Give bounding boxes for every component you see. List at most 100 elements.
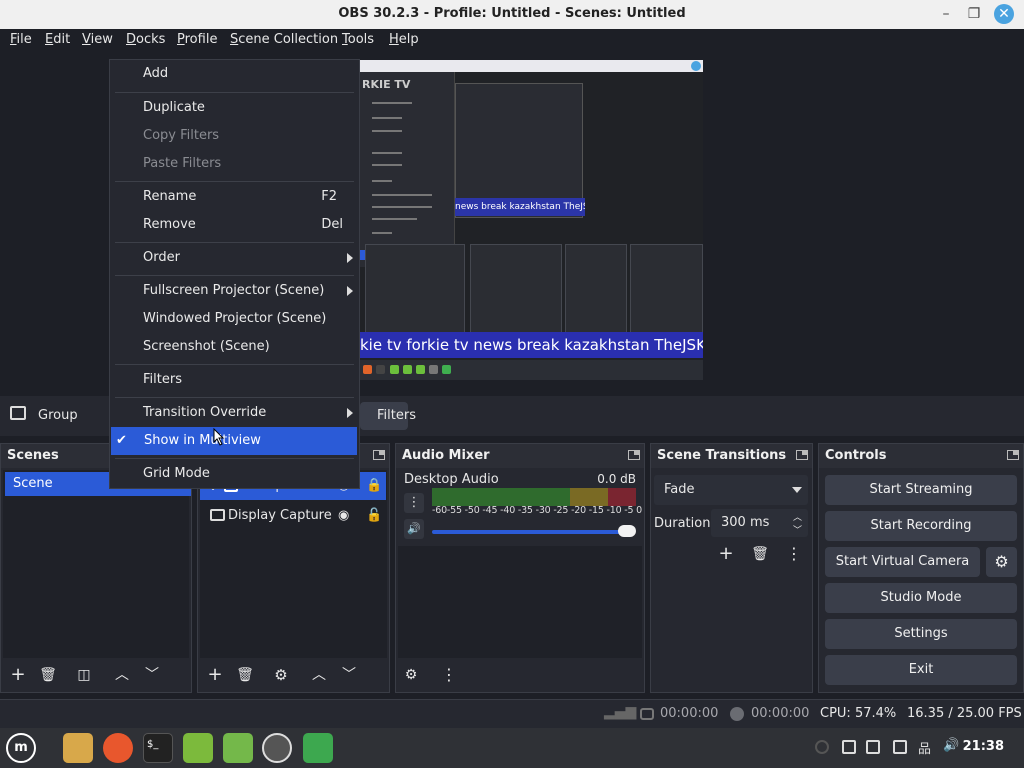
no-network-icon[interactable] [815,740,829,754]
settings-button[interactable]: Settings [825,619,1017,649]
preview-line [372,130,402,132]
filters-button[interactable]: Filters [360,402,416,430]
sources-list[interactable]: ⌄ Group ◉ 🔒 Display Capture ( ◉ 🔓 [200,470,387,658]
checkmark-icon: ✔ [116,433,127,448]
obs-studio-icon[interactable] [262,733,292,763]
spin-up-icon[interactable]: ︿ [793,510,802,523]
speaker-icon[interactable]: 🔊 [404,519,424,539]
scene-filters-icon[interactable]: ◫ [73,664,95,686]
preview-line [372,164,402,166]
volume-icon[interactable]: 🔊 [943,738,959,753]
preview-line [372,117,402,119]
clipboard-icon[interactable] [842,740,856,754]
menu-item-screenshot[interactable]: Screenshot (Scene) [110,333,359,361]
studio-mode-button[interactable]: Studio Mode [825,583,1017,613]
add-transition-icon[interactable]: + [715,543,737,565]
menu-separator [115,397,354,398]
volume-meter-yellow [570,488,608,506]
move-down-icon[interactable]: ﹀ [338,664,360,686]
clock: 21:38 [962,739,1004,754]
start-recording-button[interactable]: Start Recording [825,511,1017,541]
shield-icon[interactable] [303,733,333,763]
visibility-eye-icon[interactable]: ◉ [338,502,349,530]
move-down-icon[interactable]: ﹀ [141,664,163,686]
preview-app-icon [416,365,425,374]
remove-transition-icon[interactable]: 🗑 [749,543,771,565]
menu-item-rename[interactable]: Rename F2 [110,183,359,211]
source-row-display-capture[interactable]: Display Capture ( ◉ 🔓 [200,502,386,530]
exit-button[interactable]: Exit [825,655,1017,685]
gear-icon[interactable]: ⚙ [270,664,292,686]
menu-item-show-in-multiview[interactable]: ✔ Show in Multiview [111,427,357,455]
menu-item-remove[interactable]: Remove Del [110,211,359,239]
float-dock-icon[interactable] [1007,450,1019,460]
menu-item-grid-mode[interactable]: Grid Mode [110,460,359,488]
menu-view[interactable]: View [82,32,113,47]
controls-header: Controls [819,444,1023,468]
start-streaming-button[interactable]: Start Streaming [825,475,1017,505]
float-dock-icon[interactable] [373,450,385,460]
menu-edit[interactable]: Edit [45,32,70,47]
start-virtual-camera-button[interactable]: Start Virtual Camera [825,547,980,577]
transition-select[interactable]: Fade [654,475,808,505]
preview-line [372,102,412,104]
menu-item-filters[interactable]: Filters [110,366,359,394]
audio-settings-gear-icon[interactable]: ⚙ [400,664,422,686]
menu-item-duplicate[interactable]: Duplicate [110,94,359,122]
preview-canvas[interactable]: RKIE TV news break kazakhstan TheJSKYT k… [360,60,703,380]
monitor-icon [210,509,225,521]
sources-dock-footer: + 🗑 ⚙ ︿ ﹀ [198,658,389,692]
spin-down-icon[interactable]: ﹀ [793,523,802,536]
preview-app-icon [442,365,451,374]
float-dock-icon[interactable] [628,450,640,460]
virtual-camera-gear-icon[interactable]: ⚙ [986,547,1017,577]
maximize-icon[interactable]: ❐ [964,4,984,24]
start-menu-icon[interactable]: m [6,733,36,763]
audio-menu-icon[interactable]: ⋮ [404,493,424,513]
spreadsheet-icon[interactable] [223,733,253,763]
menu-separator [115,458,354,459]
close-icon[interactable]: ✕ [994,4,1014,24]
firefox-icon[interactable] [103,733,133,763]
menu-item-order[interactable]: Order [110,244,359,272]
remove-scene-icon[interactable]: 🗑 [37,664,59,686]
menu-item-fullscreen-projector[interactable]: Fullscreen Projector (Scene) [110,277,359,305]
transition-select-value: Fade [664,482,695,497]
move-up-icon[interactable]: ︿ [111,664,133,686]
float-dock-icon[interactable] [796,450,808,460]
menu-item-add[interactable]: Add [110,60,359,88]
software-manager-icon[interactable] [183,733,213,763]
minimize-icon[interactable]: – [936,4,956,24]
preview-ticker-small: news break kazakhstan TheJSKYT [455,198,585,216]
window-titlebar: OBS 30.2.3 - Profile: Untitled - Scenes:… [0,0,1024,29]
menu-docks[interactable]: Docks [126,32,165,47]
add-scene-icon[interactable]: + [7,664,29,686]
menu-item-windowed-projector[interactable]: Windowed Projector (Scene) [110,305,359,333]
scenes-list[interactable]: Scene [3,470,191,658]
volume-slider-track[interactable] [432,530,632,534]
menu-help[interactable]: Help [389,32,419,47]
menu-tools[interactable]: Tools [342,32,374,47]
duration-spinbox[interactable]: 300 ms ︿ ﹀ [711,509,808,537]
remove-source-icon[interactable]: 🗑 [234,664,256,686]
menu-scene-collection[interactable]: Scene Collection [230,32,338,47]
network-signal-icon: ▂▄▆ [604,704,637,720]
notes-icon[interactable] [893,740,907,754]
terminal-icon[interactable]: $_ [143,733,173,763]
unlock-icon[interactable]: 🔓 [366,502,382,530]
menu-profile[interactable]: Profile [177,32,217,47]
add-source-icon[interactable]: + [204,664,226,686]
lock-icon[interactable]: 🔒 [366,472,382,500]
kebab-menu-icon[interactable]: ⋮ [438,664,460,686]
move-up-icon[interactable]: ︿ [308,664,330,686]
menu-item-transition-override[interactable]: Transition Override [110,399,359,427]
record-time: 00:00:00 [751,706,810,721]
file-manager-icon[interactable] [63,733,93,763]
network-icon[interactable]: 品 [918,738,932,757]
volume-slider-handle[interactable] [618,525,636,537]
update-shield-icon[interactable] [866,740,880,754]
kebab-menu-icon[interactable]: ⋮ [783,543,805,565]
preview-dock [565,244,627,334]
cpu-usage: CPU: 57.4% [820,706,897,721]
menu-file[interactable]: File [10,32,32,47]
